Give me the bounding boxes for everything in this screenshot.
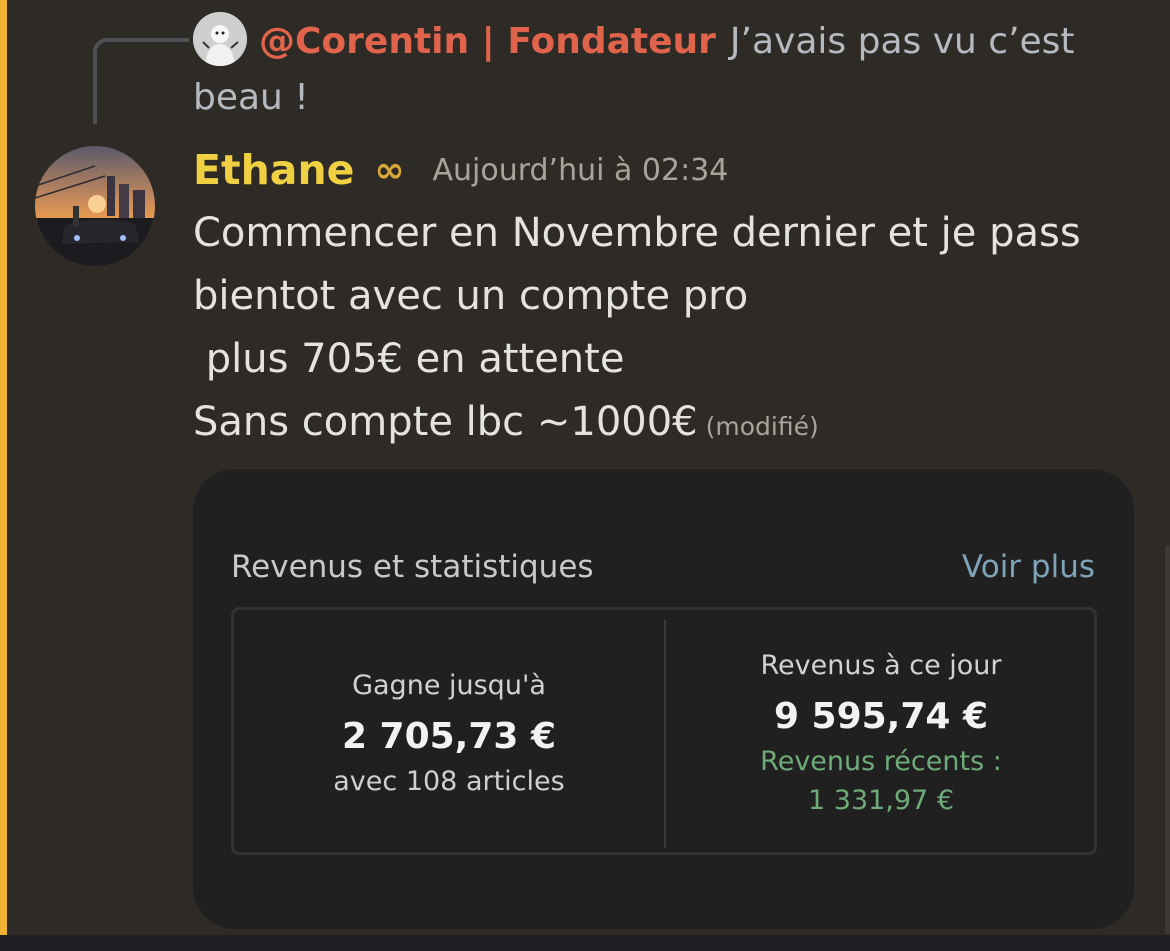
author-name[interactable]: Ethane	[193, 146, 354, 194]
reply-connector	[93, 38, 189, 124]
earnings-value: 2 705,73 €	[341, 716, 557, 757]
stats-box: Gagne jusqu'à 2 705,73 € avec 108 articl…	[231, 607, 1097, 855]
message-line: bientot avec un compte pro	[193, 273, 749, 319]
revenue-value: 9 595,74 €	[773, 696, 989, 737]
edited-label: (modifié)	[705, 412, 819, 441]
message-line: plus 705€ en attente	[193, 336, 625, 382]
message-line: Sans compte lbc ~1000€	[193, 399, 698, 445]
attachment-image[interactable]: Revenus et statistiques Voir plus Gagne …	[193, 469, 1134, 929]
message-header: Ethane ∞ Aujourd’hui à 02:34	[193, 140, 728, 200]
reply-preview[interactable]: @Corentin | Fondateur J’avais pas vu c’es…	[193, 14, 1093, 126]
articles-count: avec 108 articles	[333, 766, 565, 797]
card-title: Revenus et statistiques	[231, 549, 594, 585]
bottom-strip	[0, 935, 1170, 951]
stats-revenue-column: Revenus à ce jour 9 595,74 € Revenus réc…	[666, 610, 1096, 852]
avatar-image	[35, 146, 155, 266]
recent-revenue-label: Revenus récents :	[760, 746, 1002, 777]
mention-highlight-bar	[0, 0, 7, 935]
avatar[interactable]	[35, 146, 155, 266]
stats-earnings-column: Gagne jusqu'à 2 705,73 € avec 108 articl…	[234, 610, 664, 852]
recent-revenue-value: 1 331,97 €	[808, 785, 954, 816]
message-content: Commencer en Novembre dernier et je pass…	[193, 202, 1153, 458]
earnings-label: Gagne jusqu'à	[352, 670, 546, 701]
revenue-label: Revenus à ce jour	[760, 650, 1002, 681]
see-more-link[interactable]: Voir plus	[962, 549, 1095, 585]
timestamp[interactable]: Aujourd’hui à 02:34	[432, 153, 728, 188]
scrollbar[interactable]	[1165, 545, 1170, 935]
infinity-icon: ∞	[374, 149, 405, 191]
reply-author[interactable]: @Corentin | Fondateur	[259, 21, 716, 62]
message-line: Commencer en Novembre dernier et je pass	[193, 210, 1081, 256]
